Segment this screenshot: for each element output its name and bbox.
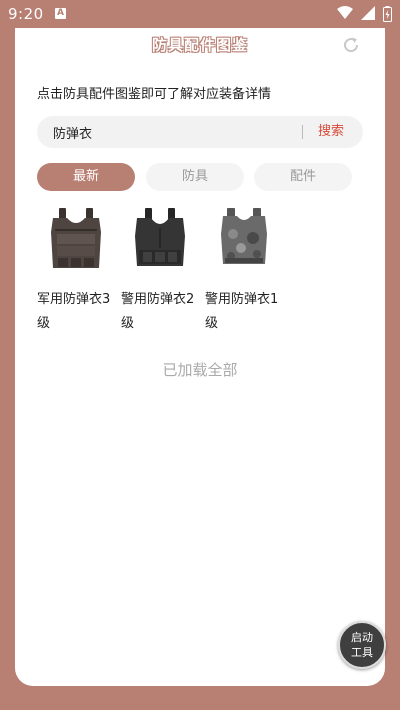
search-box: 搜索 <box>37 116 363 148</box>
intro-text: 点击防具配件图鉴即可了解对应装备详情 <box>37 87 272 102</box>
notification-icon: A <box>55 8 66 19</box>
launch-tool-label-line1: 启动 <box>351 631 373 644</box>
item-name: 警用防弹衣2级 <box>121 292 195 331</box>
vest-level-3-icon <box>51 208 101 268</box>
item-name: 军用防弹衣3级 <box>37 292 111 331</box>
search-divider <box>302 125 303 139</box>
launch-tool-button[interactable]: 启动 工具 <box>338 621 386 669</box>
refresh-icon[interactable] <box>341 35 361 55</box>
page-title: 防具配件图鉴 <box>151 36 248 54</box>
status-time: 9:20 <box>8 5 44 23</box>
item-name: 警用防弹衣1级 <box>205 292 279 331</box>
status-icons <box>334 6 392 22</box>
vest-level-1-icon <box>221 208 267 264</box>
status-bar: 9:20 A <box>0 0 400 28</box>
tab-latest[interactable]: 最新 <box>37 163 135 191</box>
tab-armor[interactable]: 防具 <box>146 163 244 191</box>
battery-icon <box>383 6 392 22</box>
wifi-icon <box>337 6 354 19</box>
tab-accessories[interactable]: 配件 <box>254 163 352 191</box>
signal-icon <box>361 6 376 20</box>
search-input[interactable] <box>53 116 293 148</box>
list-end-text: 已加载全部 <box>162 361 238 379</box>
category-tabs: 最新 防具 配件 <box>37 163 363 191</box>
vest-level-2-icon <box>135 208 185 266</box>
launch-tool-label-line2: 工具 <box>351 646 373 659</box>
main-card: 防具配件图鉴 点击防具配件图鉴即可了解对应装备详情 搜索 最新 防具 配件 军用… <box>15 28 386 686</box>
search-button[interactable]: 搜索 <box>318 116 344 148</box>
